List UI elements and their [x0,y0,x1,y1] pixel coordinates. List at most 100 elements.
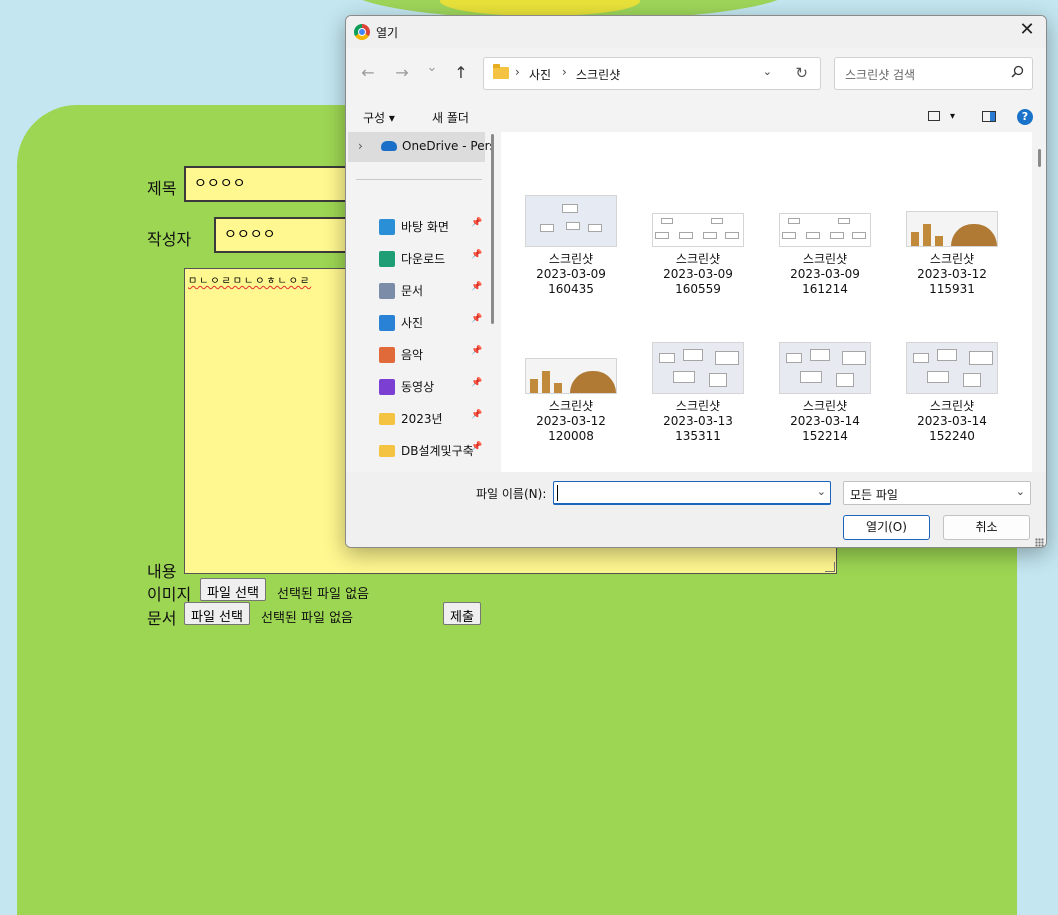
new-folder-button[interactable]: 새 폴더 [432,109,469,126]
search-box[interactable]: 스크린샷 검색 [834,57,1033,90]
file-name-line: 135311 [675,429,721,443]
folder-icon [493,64,509,79]
sidebar-item[interactable]: 사진 📌 [346,310,491,336]
pin-icon: 📌 [471,218,483,228]
sidebar-item[interactable]: 다운로드 📌 [346,246,491,272]
document-file-button[interactable]: 파일 선택 [184,602,250,625]
address-dropdown-icon[interactable]: ⌄ [763,65,772,78]
thumbnail-shape [806,232,820,239]
forward-arrow-icon[interactable]: → [392,63,412,82]
file-name-line: 스크린샷 [929,399,975,413]
thumbnail-shape [715,351,739,365]
file-name: 스크린샷 2023-03-12 120008 [511,399,631,444]
file-item[interactable]: 스크린샷 2023-03-12 120008 [511,324,631,464]
document-label: 문서 [147,609,177,628]
breadcrumb-separator: › [562,65,567,79]
file-type-select[interactable]: 모든 파일 ⌄ [843,481,1031,505]
chevron-down-icon[interactable]: ⌄ [1016,485,1025,498]
file-name-line: 160435 [548,282,594,296]
title-label: 제목 [147,179,177,198]
close-icon[interactable]: ✕ [1016,19,1038,40]
file-item[interactable]: 스크린샷 2023-03-12 115931 [892,177,1012,317]
expand-chevron-icon[interactable]: › [358,139,363,153]
thumbnail-shape [540,224,554,232]
thumbnail-arc [570,371,616,393]
recent-locations-icon[interactable]: ⌄ [422,60,442,75]
back-arrow-icon[interactable]: ← [358,63,378,82]
filename-input[interactable]: ⌄ [553,481,831,505]
pin-icon: 📌 [471,346,483,356]
address-bar[interactable]: › 사진 › 스크린샷 ⌄ ↻ [483,57,821,90]
view-dropdown-icon[interactable]: ▾ [950,111,955,122]
sidebar-item-label: DB설계및구축 [401,444,474,458]
breadcrumb-pictures[interactable]: 사진 [529,66,551,83]
refresh-icon[interactable]: ↻ [795,64,808,82]
videos-icon [379,379,395,395]
thumbnail-shape [655,232,669,239]
sidebar-item[interactable]: 문서 📌 [346,278,491,304]
file-item[interactable]: 스크린샷 2023-03-09 160559 [638,177,758,317]
pin-icon: 📌 [471,410,483,420]
open-file-dialog: 열기 ✕ ← → ⌄ ↑ › 사진 › 스크린샷 ⌄ ↻ 스크린샷 검색 구성 … [345,15,1047,548]
file-item[interactable]: 스크린샷 2023-03-14 152240 [892,324,1012,464]
pin-icon: 📌 [471,314,483,324]
file-name-line: 2023-03-13 [663,414,733,428]
sidebar-item-onedrive[interactable]: › OneDrive - Pers [348,132,491,162]
folder-icon [379,413,395,425]
submit-button[interactable]: 제출 [443,602,481,625]
file-thumbnail [652,213,744,247]
file-thumbnail [906,342,998,394]
filename-dropdown-icon[interactable]: ⌄ [817,485,826,498]
sidebar-scrollbar[interactable] [491,134,494,324]
thumbnail-shape [800,371,822,383]
sidebar-item[interactable]: 동영상 📌 [346,374,491,400]
file-grid-scrollbar[interactable] [1038,149,1041,167]
file-name-line: 2023-03-09 [790,267,860,281]
file-item[interactable]: 스크린샷 2023-03-09 161214 [765,177,885,317]
thumbnail-shape [659,353,675,363]
thumbnail-shape [679,232,693,239]
resize-handle[interactable] [825,562,835,572]
resize-grip[interactable] [1035,538,1044,547]
up-arrow-icon[interactable]: ↑ [451,63,471,82]
sidebar-item[interactable]: 음악 📌 [346,342,491,368]
preview-pane-icon[interactable] [982,111,996,122]
file-item[interactable]: 스크린샷 2023-03-14 152214 [765,324,885,464]
organize-menu[interactable]: 구성 ▾ [363,109,395,126]
sidebar-item-label: 음악 [401,348,424,362]
file-name-line: 2023-03-14 [790,414,860,428]
thumbnail-shape [963,373,981,387]
thumbnail-shape [969,351,993,365]
thumbnail-shape [786,353,802,363]
search-placeholder: 스크린샷 검색 [845,68,916,82]
sidebar-item-label: 다운로드 [401,252,446,266]
file-name-line: 160559 [675,282,721,296]
breadcrumb-separator: › [515,65,520,79]
sidebar-item[interactable]: DB설계및구축 📌 [346,438,491,464]
file-thumbnail [525,358,617,394]
thumbnail-shape [566,222,580,230]
cancel-button[interactable]: 취소 [943,515,1030,540]
file-name-line: 2023-03-09 [663,267,733,281]
sidebar-item[interactable]: 바탕 화면 📌 [346,214,491,240]
breadcrumb-screenshots[interactable]: 스크린샷 [576,66,620,83]
view-icon[interactable] [928,111,940,121]
thumbnail-arc [951,224,997,246]
open-button[interactable]: 열기(O) [843,515,930,540]
content-label: 내용 [147,562,177,581]
file-name-line: 115931 [929,282,975,296]
file-name-line: 2023-03-09 [536,267,606,281]
sidebar-item[interactable]: 2023년 📌 [346,406,491,432]
search-icon [1011,65,1024,78]
desktop-icon [379,219,395,235]
file-name-line: 2023-03-12 [917,267,987,281]
file-item[interactable]: 스크린샷 2023-03-09 160435 [511,177,631,317]
folder-icon [379,445,395,457]
file-name-line: 161214 [802,282,848,296]
file-item[interactable]: 스크린샷 2023-03-13 135311 [638,324,758,464]
thumbnail-bar [542,371,550,393]
help-icon[interactable]: ? [1017,109,1033,125]
thumbnail-shape [836,373,854,387]
image-file-button[interactable]: 파일 선택 [200,578,266,601]
chrome-icon [354,24,370,40]
